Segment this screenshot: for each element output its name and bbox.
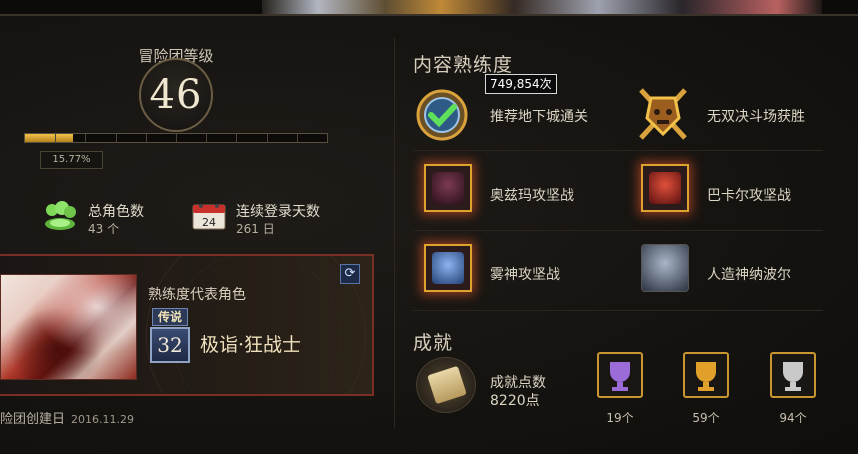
row-divider bbox=[413, 150, 823, 151]
achievements-section-title: 成就 bbox=[413, 332, 454, 354]
proficiency-label: 奥兹玛攻坚战 bbox=[490, 188, 574, 204]
xp-bar-segment bbox=[145, 134, 147, 142]
svg-text:24: 24 bbox=[202, 216, 216, 229]
character-name: 极诣·狂战士 bbox=[200, 334, 302, 356]
refresh-button[interactable]: ⟳ bbox=[340, 264, 360, 284]
trophy-count: 94个 bbox=[779, 411, 807, 425]
xp-bar-segment bbox=[236, 134, 238, 142]
banner-divider bbox=[0, 14, 858, 16]
xp-progress-bar bbox=[24, 133, 328, 143]
character-portrait bbox=[0, 274, 137, 380]
achievement-scroll-icon bbox=[416, 357, 476, 413]
total-characters-label: 总角色数 bbox=[88, 204, 144, 220]
legend-rank-badge: 传说 bbox=[152, 308, 188, 326]
calendar-icon: 24 bbox=[192, 202, 226, 230]
proficiency-tooltip: 749,854次 bbox=[485, 74, 557, 94]
xp-bar-segment bbox=[296, 134, 298, 142]
arena-victory-icon[interactable] bbox=[633, 84, 687, 140]
xp-bar-segment bbox=[176, 134, 177, 142]
xp-bar-segment bbox=[115, 134, 117, 142]
login-streak-value: 261 日 bbox=[236, 222, 275, 236]
xp-bar-segment bbox=[55, 134, 57, 142]
proficiency-label: 巴卡尔攻坚战 bbox=[707, 188, 791, 204]
created-date-row: 险团创建日 2016.11.29 bbox=[0, 408, 134, 427]
xp-progress-fill bbox=[25, 134, 73, 142]
character-group-icon bbox=[42, 200, 78, 230]
proficiency-section-title: 内容熟练度 bbox=[413, 54, 514, 76]
artificial-god-nabel-icon[interactable] bbox=[641, 244, 689, 292]
xp-bar-segment bbox=[85, 134, 87, 142]
achievement-points-value: 8220点 bbox=[490, 393, 540, 409]
created-date-value: 2016.11.29 bbox=[71, 413, 134, 426]
achievement-points-label: 成就点数 bbox=[490, 375, 546, 391]
dungeon-clear-icon[interactable] bbox=[415, 88, 468, 141]
representative-character-card[interactable]: 熟练度代表角色 传说 32 极诣·狂战士 ⟳ bbox=[0, 254, 374, 396]
magic-circle-decoration bbox=[171, 256, 341, 394]
bakal-raid-icon[interactable] bbox=[641, 164, 689, 212]
created-date-label: 险团创建日 bbox=[0, 412, 66, 427]
misty-god-raid-icon[interactable] bbox=[424, 244, 472, 292]
proficiency-label: 推荐地下城通关 bbox=[490, 109, 588, 125]
ozma-raid-icon[interactable] bbox=[424, 164, 472, 212]
xp-bar-segment bbox=[266, 134, 268, 142]
proficiency-label: 无双决斗场获胜 bbox=[707, 109, 805, 125]
xp-percent-label: 15.77% bbox=[40, 151, 103, 169]
row-divider bbox=[413, 310, 823, 311]
proficiency-label: 人造神纳波尔 bbox=[707, 267, 791, 283]
row-divider bbox=[413, 230, 823, 231]
level-number: 46 bbox=[149, 72, 203, 118]
banner-artwork bbox=[262, 0, 822, 14]
purple-trophy-icon[interactable] bbox=[597, 352, 643, 398]
trophy-count: 59个 bbox=[692, 411, 720, 425]
proficiency-label: 雾神攻坚战 bbox=[490, 267, 560, 283]
top-banner bbox=[0, 0, 858, 14]
trophy-count: 19个 bbox=[606, 411, 634, 425]
gold-trophy-icon[interactable] bbox=[683, 352, 729, 398]
character-level: 32 bbox=[150, 327, 190, 363]
panel-divider bbox=[394, 38, 395, 428]
xp-bar-segment bbox=[206, 134, 208, 142]
total-characters-value: 43 个 bbox=[88, 222, 120, 236]
adventure-group-panel: 冒险团等级 46 15.77% 总角色数 43 个 24 连续登录天数 261 … bbox=[0, 0, 858, 454]
silver-trophy-icon[interactable] bbox=[770, 352, 816, 398]
representative-title: 熟练度代表角色 bbox=[148, 287, 246, 303]
login-streak-label: 连续登录天数 bbox=[236, 204, 320, 220]
level-badge: 46 bbox=[139, 58, 213, 132]
